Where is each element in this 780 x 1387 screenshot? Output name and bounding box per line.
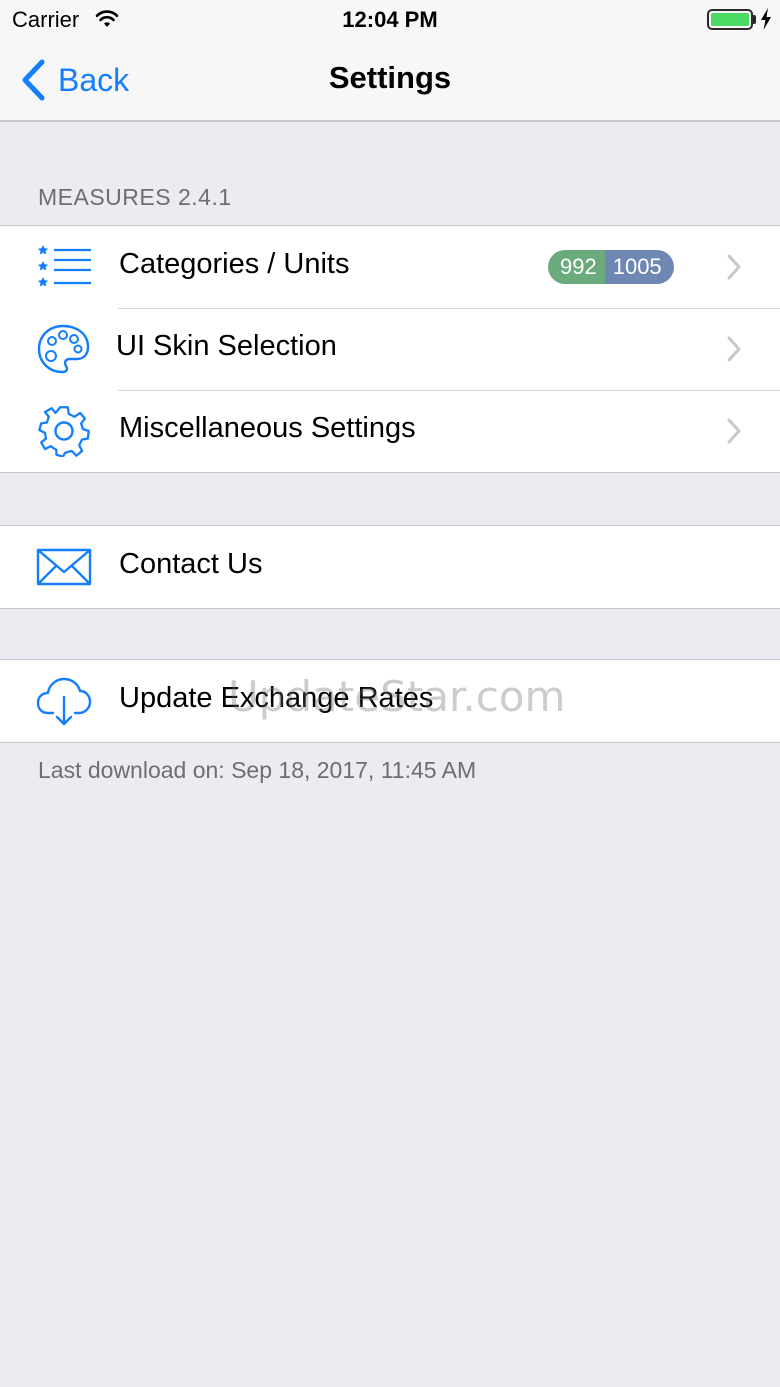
charging-bolt-icon [761,8,771,30]
palette-icon [37,324,90,374]
top-bar: Carrier 12:04 PM Back Settings [0,0,780,122]
row-categories-units[interactable]: Categories / Units 992 1005 [0,226,780,308]
gear-icon [38,406,90,457]
clock: 12:04 PM [342,7,438,32]
badge-value-blue: 1005 [604,250,674,284]
battery-cap [753,15,756,24]
count-badge: 992 1005 [548,250,674,284]
row-label: Miscellaneous Settings [119,412,416,444]
last-download-text: Last download on: Sep 18, 2017, 11:45 AM [38,757,477,783]
row-contact-us[interactable]: Contact Us [0,526,780,608]
battery-icon [707,9,753,30]
section-header: MEASURES 2.4.1 [38,184,232,210]
envelope-icon [36,548,92,586]
row-label: Update Exchange Rates [119,682,434,714]
row-update-exchange-rates[interactable]: Update Exchange Rates [0,660,780,742]
row-ui-skin-selection[interactable]: UI Skin Selection [0,308,780,390]
chevron-right-icon [727,418,741,444]
navigation-bar: Back Settings [0,40,780,122]
list-stars-icon [37,245,91,287]
cloud-download-icon [36,677,92,726]
contact-group: Contact Us [0,525,780,609]
row-label: Contact Us [119,548,263,580]
row-label: UI Skin Selection [116,330,337,362]
status-bar: Carrier 12:04 PM [0,0,780,40]
chevron-right-icon [727,254,741,280]
update-group: Update Exchange Rates [0,659,780,743]
row-miscellaneous-settings[interactable]: Miscellaneous Settings [0,390,780,472]
chevron-right-icon [727,336,741,362]
settings-group: Categories / Units 992 1005 UI Skin Sele… [0,225,780,473]
page-title: Settings [328,60,452,95]
row-label: Categories / Units [119,248,350,280]
badge-value-green: 992 [548,250,605,284]
